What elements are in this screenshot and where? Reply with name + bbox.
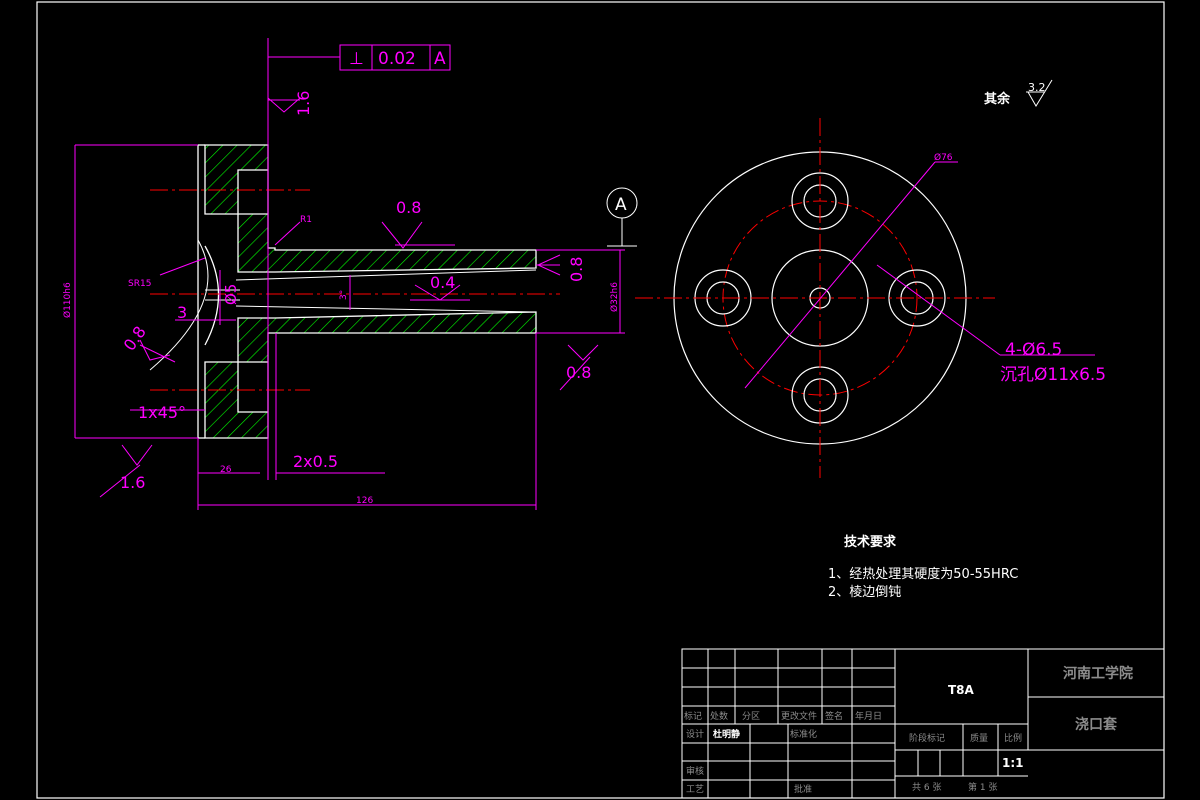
other-value: 3.2: [1028, 81, 1046, 94]
roughness-value: 0.8: [566, 363, 591, 382]
dim-sr15: SR15: [128, 279, 151, 289]
tech-item: 2、棱边倒钝: [828, 584, 901, 600]
material: T8A: [948, 683, 975, 697]
process-label: 工艺: [686, 784, 704, 795]
scale: 1:1: [1002, 756, 1024, 770]
tech-requirements: 技术要求 1、经热处理其硬度为50-55HRC 2、棱边倒钝: [828, 534, 1018, 600]
scale-label: 比例: [1004, 732, 1022, 744]
roughness-value: 0.4: [430, 273, 455, 292]
tolerance-symbol: ⊥: [349, 49, 364, 69]
design-label: 设计: [686, 728, 704, 740]
dim-groove: 2x0.5: [293, 452, 338, 471]
standardize-label: 标准化: [790, 728, 817, 740]
tolerance-value: 0.02: [378, 49, 416, 69]
roughness-value: 0.8: [567, 257, 586, 282]
spherical-seat: [204, 245, 220, 346]
dim-r1: R1: [300, 215, 312, 225]
tech-item: 1、经热处理其硬度为50-55HRC: [828, 566, 1018, 582]
sheets-total: 共 6 张: [912, 782, 941, 793]
sheet-no: 第 1 张: [968, 781, 997, 793]
dim-counterbore: 沉孔Ø11x6.5: [1000, 365, 1106, 385]
datum-label: A: [615, 195, 627, 215]
dim-d76: Ø76: [934, 152, 953, 163]
tolerance-datum: A: [434, 49, 446, 69]
header-cell: 处数: [710, 710, 728, 722]
header-cell: 标记: [684, 710, 702, 722]
dim-angle: 3°: [339, 290, 349, 300]
approve-label: 批准: [794, 783, 812, 795]
roughness-value: 0.8: [120, 323, 150, 355]
dim-d5: Ø5: [222, 284, 240, 305]
section-flange-top: [204, 144, 537, 273]
part-name: 浇口套: [1075, 716, 1117, 733]
dim-126: 126: [356, 496, 373, 506]
header-cell: 签名: [825, 710, 843, 722]
header-cell: 更改文件: [781, 710, 817, 722]
header-cell: 年月日: [855, 710, 882, 722]
dim-d32: Ø32h6: [609, 282, 620, 312]
roughness-value: 1.6: [120, 473, 145, 492]
section-flange-bottom: [204, 311, 537, 439]
school: 河南工学院: [1063, 665, 1133, 682]
surface-finish-other: 其余 3.2: [984, 79, 1053, 107]
side-view: Ø76 4-Ø6.5 沉孔Ø11x6.5: [635, 118, 1106, 478]
dim-d110: Ø110h6: [62, 282, 73, 318]
stage-label: 阶段标记: [909, 732, 945, 744]
tech-title: 技术要求: [844, 534, 897, 550]
other-label: 其余: [984, 91, 1011, 107]
cad-drawing: ⊥ 0.02 A A 1.6 0.8 0.4 0.8 0.8 1.6 0.8 S…: [36, 1, 1165, 799]
dim-holes: 4-Ø6.5: [1005, 340, 1062, 360]
review-label: 审核: [686, 765, 704, 777]
front-view: ⊥ 0.02 A A 1.6 0.8 0.4 0.8 0.8 1.6 0.8 S…: [62, 38, 638, 510]
dim-chamfer: 1x45°: [138, 403, 186, 422]
dim-3: 3: [177, 303, 187, 322]
weight-label: 质量: [970, 732, 988, 744]
dimension-lines: [74, 38, 625, 510]
dim-26: 26: [220, 465, 232, 475]
roughness-value: 0.8: [396, 198, 421, 217]
bore-lower: [235, 305, 537, 313]
roughness-value: 1.6: [294, 91, 313, 116]
header-cell: 分区: [742, 711, 760, 722]
designer: 杜明静: [713, 728, 740, 740]
